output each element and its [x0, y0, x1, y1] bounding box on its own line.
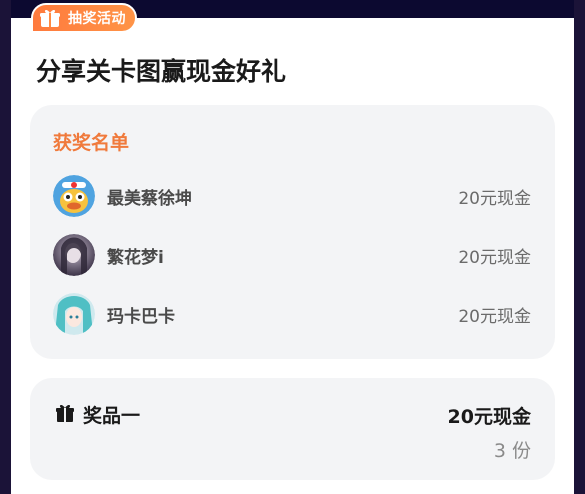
- winners-panel: 获奖名单 最美蔡徐坤 20元现金 繁花梦i 20元现金 玛卡巴卡 20元现金: [30, 105, 555, 359]
- lottery-badge: 抽奖活动: [31, 3, 137, 33]
- winner-prize: 20元现金: [458, 247, 531, 268]
- winner-prize: 20元现金: [458, 188, 531, 209]
- frame-right: [574, 0, 585, 494]
- gift-icon: [55, 403, 75, 427]
- winner-name: 玛卡巴卡: [107, 306, 175, 327]
- prize-count: 3 份: [493, 440, 531, 462]
- winner-row: 繁花梦i 20元现金: [53, 234, 531, 276]
- prize-label-group: 奖品一: [55, 401, 140, 428]
- winner-name: 最美蔡徐坤: [107, 188, 192, 209]
- winners-title: 获奖名单: [53, 132, 130, 154]
- gift-icon: [39, 8, 61, 28]
- winner-name: 繁花梦i: [107, 247, 164, 268]
- badge-label: 抽奖活动: [68, 11, 126, 27]
- prize-value: 20元现金: [447, 406, 531, 428]
- winner-prize: 20元现金: [458, 306, 531, 327]
- anime-avatar: [53, 293, 95, 335]
- prize-card: 奖品一 20元现金 3 份: [30, 378, 555, 480]
- frame-left: [0, 0, 11, 494]
- page-title: 分享关卡图赢现金好礼: [36, 57, 287, 86]
- winner-row: 最美蔡徐坤 20元现金: [53, 175, 531, 217]
- duck-avatar: [53, 175, 95, 217]
- portrait-avatar: [53, 234, 95, 276]
- prize-label: 奖品一: [83, 405, 141, 427]
- winner-row: 玛卡巴卡 20元现金: [53, 293, 531, 335]
